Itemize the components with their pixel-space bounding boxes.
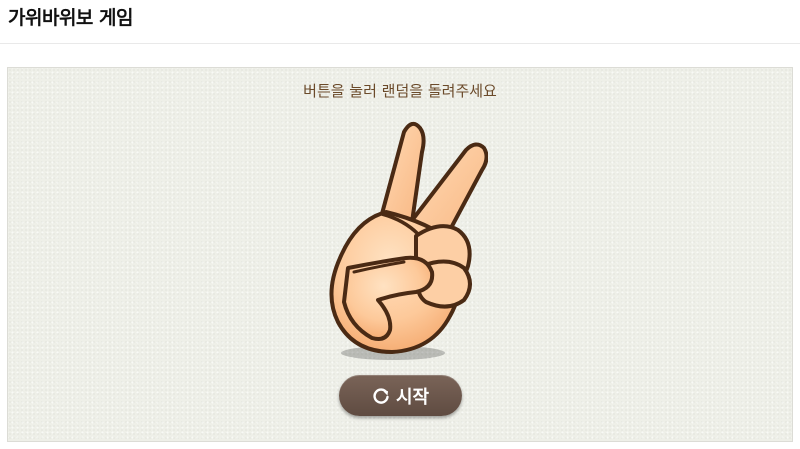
page-header: 가위바위보 게임 <box>0 0 800 44</box>
game-panel: 버튼을 눌러 랜덤을 돌려주세요 시작 <box>7 67 793 442</box>
instruction-text: 버튼을 눌러 랜덤을 돌려주세요 <box>303 82 497 100</box>
scissors-hand-icon <box>308 116 489 361</box>
start-button[interactable]: 시작 <box>339 375 462 416</box>
page-title: 가위바위보 게임 <box>8 7 133 29</box>
refresh-icon <box>372 387 390 405</box>
start-button-label: 시작 <box>395 386 430 408</box>
